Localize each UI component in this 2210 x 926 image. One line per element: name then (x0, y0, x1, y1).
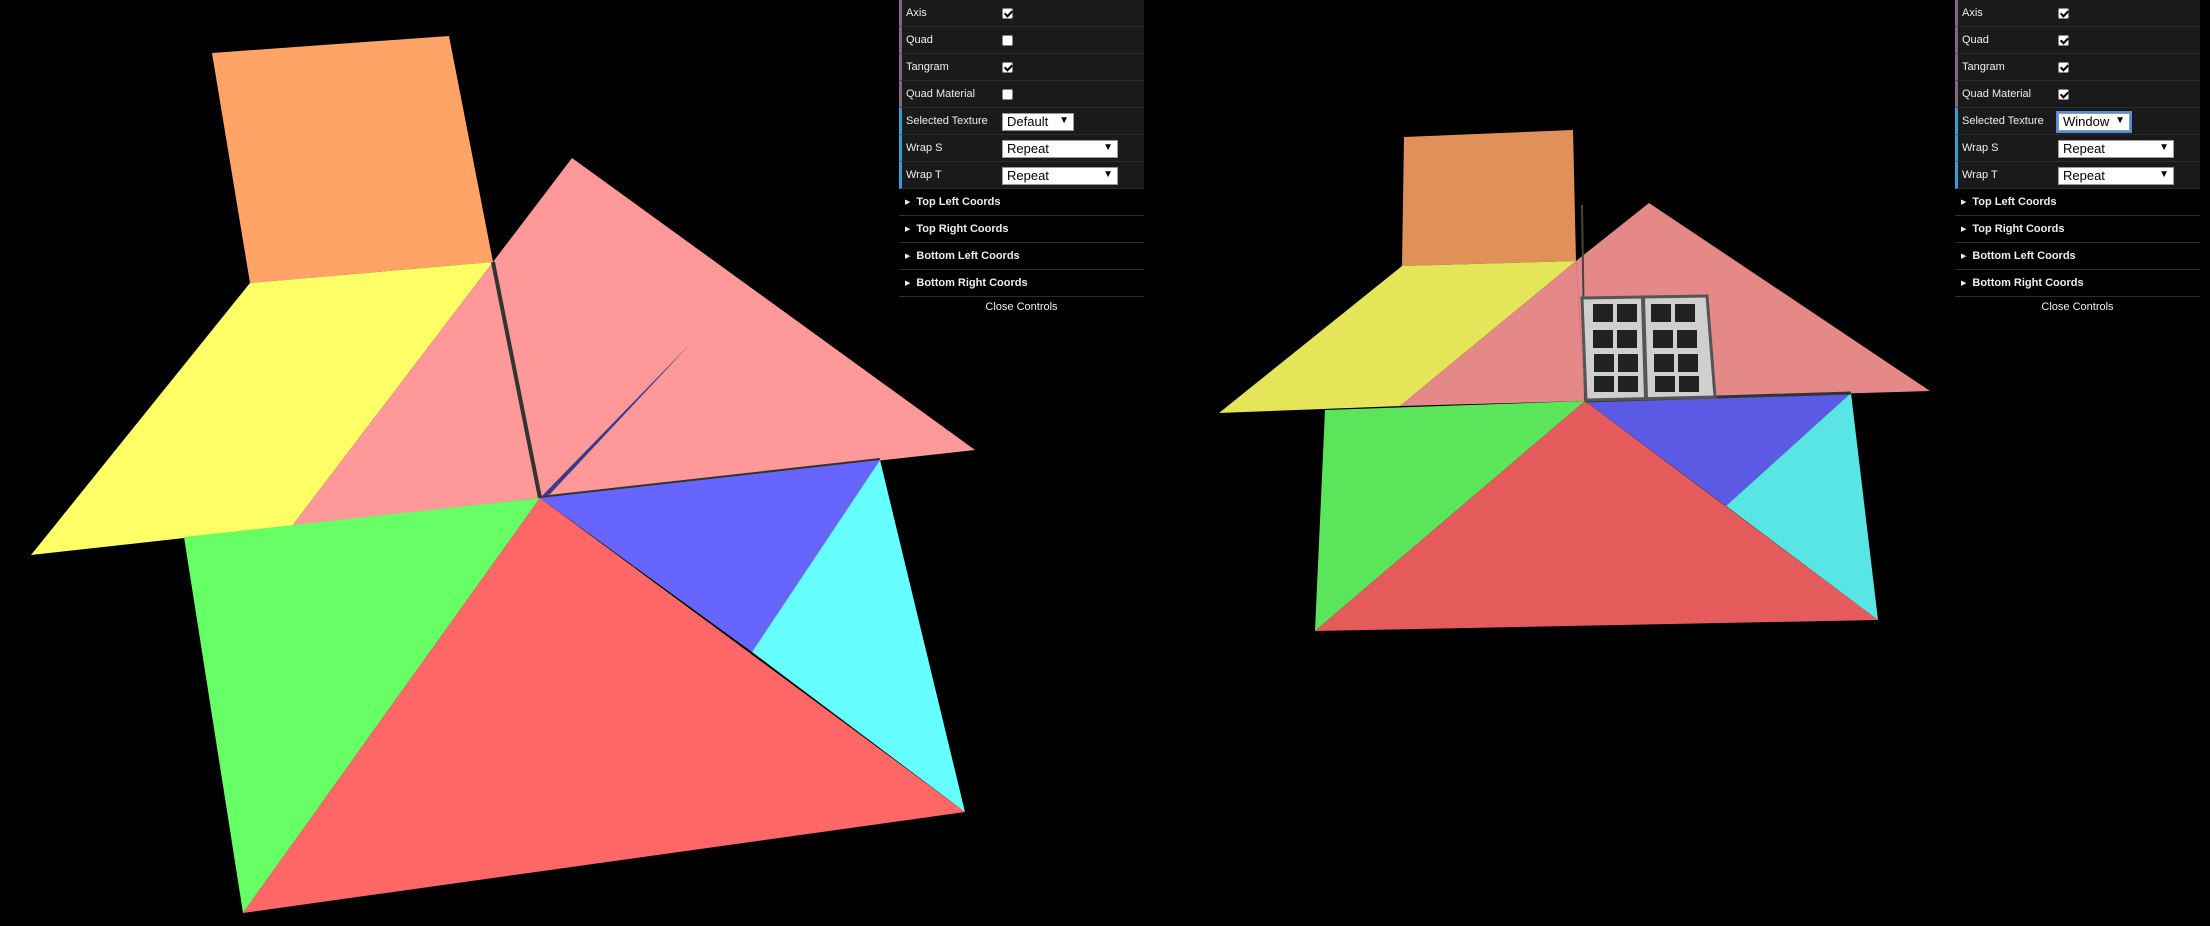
folder-label: Bottom Left Coords (1972, 250, 2076, 262)
triangle-right-icon: ▶ (1961, 280, 1967, 287)
axis-checkbox[interactable] (1002, 8, 1013, 19)
quad-row: Quad (1955, 27, 2200, 54)
chevron-down-icon: ▼ (2159, 141, 2169, 153)
folder-top-right-coords[interactable]: ▶ Top Right Coords (899, 216, 1144, 243)
orange-square (212, 36, 493, 283)
tangram-row: Tangram (1955, 54, 2200, 81)
axis-checkbox[interactable] (2058, 8, 2069, 19)
folder-bottom-right-coords[interactable]: ▶ Bottom Right Coords (1955, 270, 2200, 297)
selected-texture-select[interactable]: Window ▼ (2056, 110, 2132, 133)
right-tangram (1219, 130, 1930, 631)
folder-top-right-coords[interactable]: ▶ Top Right Coords (1955, 216, 2200, 243)
axis-label: Axis (1962, 7, 1983, 19)
tangram-label: Tangram (1962, 61, 2005, 73)
wrap-t-row: Wrap T Repeat ▼ (899, 162, 1144, 189)
selected-texture-label: Selected Texture (1962, 115, 2044, 127)
quad-checkbox[interactable] (2058, 35, 2069, 46)
wrap-s-label: Wrap S (906, 142, 943, 154)
folder-bottom-left-coords[interactable]: ▶ Bottom Left Coords (1955, 243, 2200, 270)
selected-texture-row: Selected Texture Default ▼ (899, 108, 1144, 135)
wrap-t-value: Repeat (1007, 168, 1049, 183)
quad-material-label: Quad Material (1962, 88, 2032, 100)
triangle-right-icon: ▶ (1961, 199, 1967, 206)
folder-label: Bottom Right Coords (916, 277, 1028, 289)
wrap-s-label: Wrap S (1962, 142, 1999, 154)
axis-row: Axis (1955, 0, 2200, 27)
left-gui-panel: Axis Quad Tangram Quad Material Selected… (899, 0, 1144, 317)
quad-material-checkbox[interactable] (1002, 89, 1013, 100)
folder-bottom-right-coords[interactable]: ▶ Bottom Right Coords (899, 270, 1144, 297)
folder-label: Top Right Coords (916, 223, 1009, 235)
orange-square (1402, 130, 1576, 266)
triangle-right-icon: ▶ (905, 199, 911, 206)
wrap-t-select[interactable]: Repeat ▼ (1002, 166, 1118, 185)
wrap-s-value: Repeat (2063, 141, 2105, 156)
wrap-t-value: Repeat (2063, 168, 2105, 183)
selected-texture-select[interactable]: Default ▼ (1002, 112, 1074, 131)
folder-label: Bottom Right Coords (1972, 277, 2084, 289)
wrap-t-select[interactable]: Repeat ▼ (2058, 166, 2174, 185)
wrap-t-label: Wrap T (906, 169, 942, 181)
folder-label: Top Left Coords (916, 196, 1001, 208)
chevron-down-icon: ▼ (1103, 141, 1113, 153)
folder-bottom-left-coords[interactable]: ▶ Bottom Left Coords (899, 243, 1144, 270)
folder-top-left-coords[interactable]: ▶ Top Left Coords (1955, 189, 2200, 216)
selected-texture-value: Default (1007, 114, 1049, 129)
close-controls-button[interactable]: Close Controls (899, 297, 1144, 317)
wrap-t-row: Wrap T Repeat ▼ (1955, 162, 2200, 189)
quad-material-label: Quad Material (906, 88, 976, 100)
tangram-checkbox[interactable] (2058, 62, 2069, 73)
tangram-label: Tangram (906, 61, 949, 73)
wrap-s-select[interactable]: Repeat ▼ (2058, 139, 2174, 158)
selected-texture-value: Window (2063, 114, 2110, 129)
triangle-right-icon: ▶ (1961, 226, 1967, 233)
wrap-s-row: Wrap S Repeat ▼ (899, 135, 1144, 162)
tangram-row: Tangram (899, 54, 1144, 81)
triangle-right-icon: ▶ (905, 226, 911, 233)
quad-label: Quad (906, 34, 933, 46)
axis-label: Axis (906, 7, 927, 19)
triangle-right-icon: ▶ (905, 280, 911, 287)
quad-row: Quad (899, 27, 1144, 54)
window-texture-quad (1580, 294, 1717, 402)
right-gui-panel: Axis Quad Tangram Quad Material Selected… (1955, 0, 2200, 317)
triangle-right-icon: ▶ (905, 253, 911, 260)
left-tangram (31, 36, 975, 913)
folder-label: Top Left Coords (1972, 196, 2057, 208)
folder-label: Bottom Left Coords (916, 250, 1020, 262)
quad-material-checkbox[interactable] (2058, 89, 2069, 100)
chevron-down-icon: ▼ (2115, 114, 2125, 126)
chevron-down-icon: ▼ (2159, 168, 2169, 180)
selected-texture-label: Selected Texture (906, 115, 988, 127)
triangle-right-icon: ▶ (1961, 253, 1967, 260)
folder-top-left-coords[interactable]: ▶ Top Left Coords (899, 189, 1144, 216)
tangram-checkbox[interactable] (1002, 62, 1013, 73)
wrap-s-row: Wrap S Repeat ▼ (1955, 135, 2200, 162)
wrap-s-value: Repeat (1007, 141, 1049, 156)
selected-texture-row: Selected Texture Window ▼ (1955, 108, 2200, 135)
quad-label: Quad (1962, 34, 1989, 46)
quad-material-row: Quad Material (1955, 81, 2200, 108)
close-controls-button[interactable]: Close Controls (1955, 297, 2200, 317)
folder-label: Top Right Coords (1972, 223, 2065, 235)
chevron-down-icon: ▼ (1103, 168, 1113, 180)
wrap-t-label: Wrap T (1962, 169, 1998, 181)
chevron-down-icon: ▼ (1059, 114, 1069, 126)
quad-material-row: Quad Material (899, 81, 1144, 108)
axis-row: Axis (899, 0, 1144, 27)
wrap-s-select[interactable]: Repeat ▼ (1002, 139, 1118, 158)
quad-checkbox[interactable] (1002, 35, 1013, 46)
